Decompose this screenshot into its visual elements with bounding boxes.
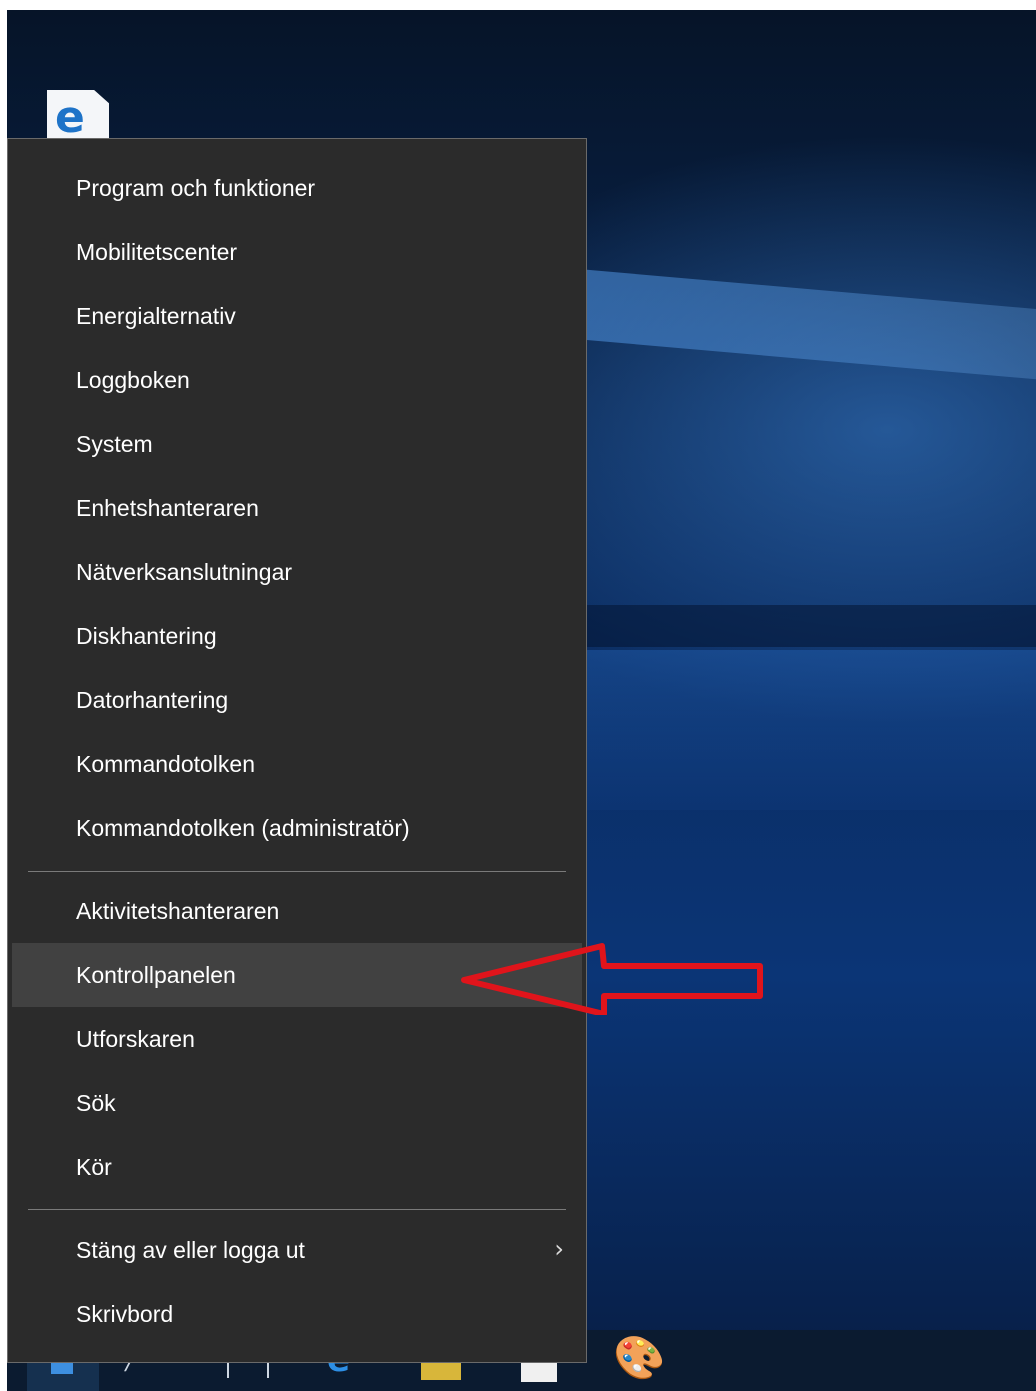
menu-item-sok[interactable]: Sök [12,1071,582,1135]
menu-item-kor[interactable]: Kör [12,1135,582,1199]
paint-icon[interactable]: 🎨 [613,1337,665,1379]
menu-item-label: Program och funktioner [76,175,316,201]
menu-item-label: Kommandotolken (administratör) [76,815,410,841]
red-arrow-annotation [461,943,763,1015]
menu-item-label: Skrivbord [76,1301,174,1327]
menu-item-utforskaren[interactable]: Utforskaren [12,1007,582,1071]
menu-item-program-och-funktioner[interactable]: Program och funktioner [12,156,582,220]
store-icon[interactable] [421,1360,461,1380]
menu-item-kommandotolken-admin[interactable]: Kommandotolken (administratör) [12,796,582,860]
menu-item-label: Enhetshanteraren [76,495,259,521]
menu-item-label: Kommandotolken [76,751,255,777]
edge-icon: e [55,92,85,143]
menu-item-label: Aktivitetshanteraren [76,898,280,924]
menu-item-enhetshanteraren[interactable]: Enhetshanteraren [12,476,582,540]
menu-item-label: Nätverksanslutningar [76,559,293,585]
menu-item-label: System [76,431,153,457]
menu-item-datorhantering[interactable]: Datorhantering [12,668,582,732]
menu-item-diskhantering[interactable]: Diskhantering [12,604,582,668]
menu-item-label: Stäng av eller logga ut [76,1237,305,1263]
menu-item-stang-av-eller-logga-ut[interactable]: Stäng av eller logga ut › [12,1218,582,1282]
menu-item-energialternativ[interactable]: Energialternativ [12,284,582,348]
menu-divider [28,1209,566,1210]
menu-item-label: Mobilitetscenter [76,239,238,265]
arrow-outline [461,943,763,1015]
menu-item-label: Kontrollpanelen [76,962,236,988]
menu-item-label: Kör [76,1154,112,1180]
menu-item-skrivbord[interactable]: Skrivbord [12,1282,582,1346]
page-top-strip [0,0,1036,10]
windows-app-icon[interactable] [521,1360,557,1382]
menu-item-label: Diskhantering [76,623,217,649]
menu-divider [28,871,566,872]
menu-item-mobilitetscenter[interactable]: Mobilitetscenter [12,220,582,284]
desktop: e ╱ e 🎨 Program och funktioner Mobilitet… [7,10,1036,1391]
wallpaper-light-beam [560,268,1036,384]
menu-item-label: Sök [76,1090,116,1116]
menu-item-natverksanslutningar[interactable]: Nätverksanslutningar [12,540,582,604]
menu-item-loggboken[interactable]: Loggboken [12,348,582,412]
menu-item-label: Utforskaren [76,1026,195,1052]
wallpaper-dark-band [567,605,1036,647]
winx-context-menu: Program och funktioner Mobilitetscenter … [7,138,587,1363]
menu-item-label: Datorhantering [76,687,229,713]
menu-item-aktivitetshanteraren[interactable]: Aktivitetshanteraren [12,879,582,943]
menu-item-label: Energialternativ [76,303,236,329]
menu-item-system[interactable]: System [12,412,582,476]
chevron-right-icon: › [554,1235,564,1263]
menu-item-label: Loggboken [76,367,190,393]
menu-item-kommandotolken[interactable]: Kommandotolken [12,732,582,796]
wallpaper-light-panel [567,650,1036,810]
